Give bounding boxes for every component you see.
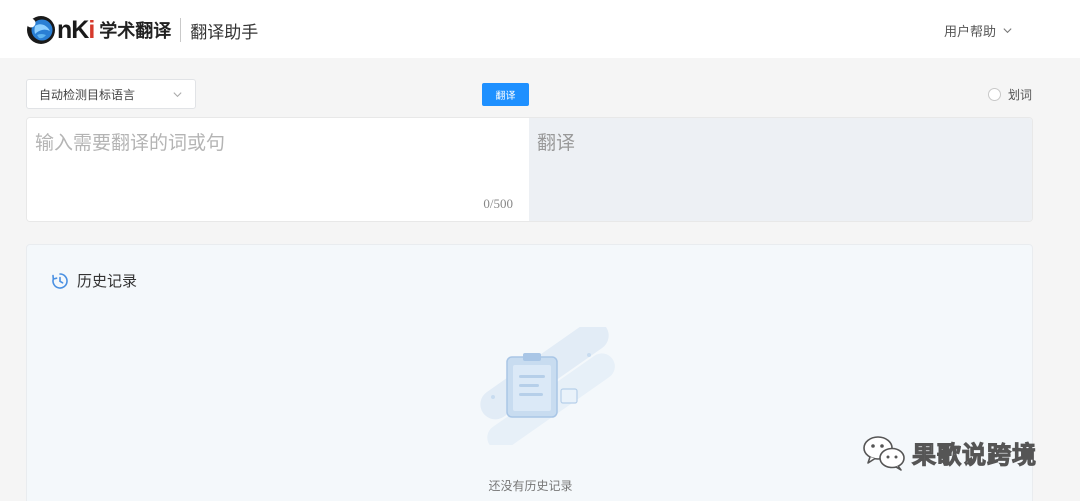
translation-output: 翻译 bbox=[528, 118, 1032, 221]
page-subtitle: 翻译助手 bbox=[190, 22, 259, 43]
target-language-select[interactable]: 自动检测目标语言 bbox=[26, 79, 196, 109]
chevron-down-icon bbox=[1003, 28, 1012, 34]
chevron-down-icon bbox=[173, 91, 182, 97]
logo-divider bbox=[180, 18, 182, 42]
char-counter: 0/500 bbox=[483, 196, 513, 211]
history-header: 历史记录 bbox=[51, 270, 137, 291]
watermark-text: 果歌说跨境 bbox=[912, 440, 1037, 469]
app-header: nKi 学术翻译 翻译助手 用户帮助 bbox=[0, 0, 1080, 58]
translation-panels: 0/500 翻译 bbox=[26, 117, 1033, 222]
source-input-panel: 0/500 bbox=[27, 118, 529, 221]
word-selection-label: 划词 bbox=[1008, 88, 1033, 102]
translate-button[interactable]: 翻译 bbox=[482, 83, 529, 106]
word-selection-toggle[interactable]: 划词 bbox=[988, 86, 1032, 103]
source-text-input[interactable] bbox=[27, 118, 529, 221]
history-title: 历史记录 bbox=[77, 272, 138, 290]
empty-clipboard-illustration bbox=[480, 327, 615, 445]
target-language-value: 自动检测目标语言 bbox=[39, 87, 136, 102]
logo-brand: nKi bbox=[57, 15, 95, 44]
wechat-watermark: 果歌说跨境 bbox=[862, 433, 1037, 471]
wechat-watermark-icon bbox=[863, 436, 905, 471]
user-help-menu[interactable]: 用户帮助 bbox=[944, 21, 1013, 40]
globe-logo-icon bbox=[26, 16, 55, 44]
cnki-logo[interactable]: nKi 学术翻译 翻译助手 bbox=[26, 14, 258, 46]
logo-text: 学术翻译 bbox=[99, 21, 172, 42]
word-selection-radio[interactable] bbox=[988, 88, 1001, 101]
user-help-label: 用户帮助 bbox=[944, 25, 997, 40]
clock-history-icon bbox=[52, 272, 68, 289]
history-empty-text: 还没有历史记录 bbox=[488, 479, 573, 493]
